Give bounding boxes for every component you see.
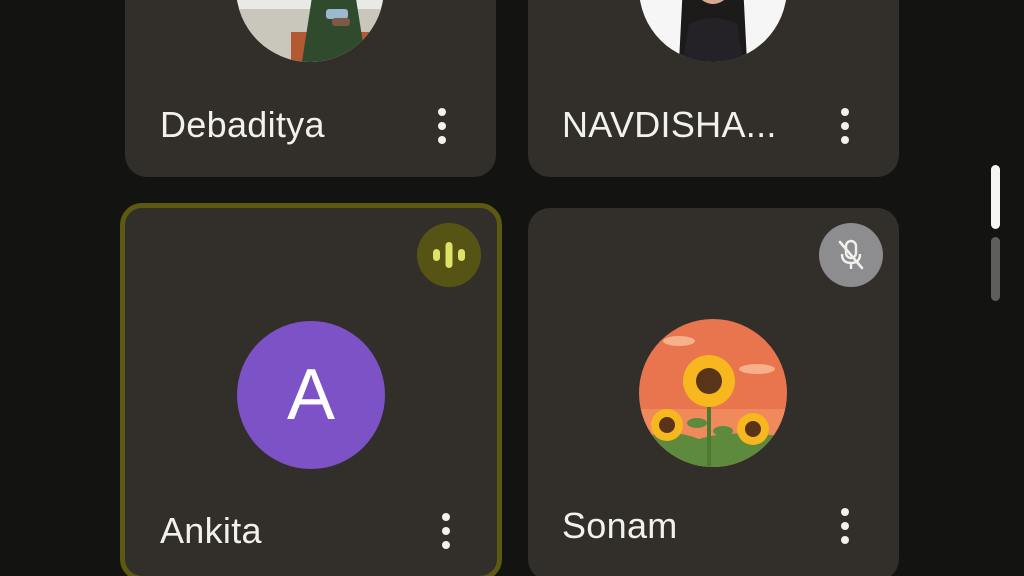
speaking-indicator (417, 223, 481, 287)
photo-icon (236, 0, 384, 62)
scrollbar-track[interactable] (991, 237, 1000, 301)
sunflower-photo-icon (639, 319, 787, 467)
avatar (236, 0, 384, 62)
more-options-button[interactable] (431, 507, 461, 555)
participant-name: Ankita (160, 510, 262, 551)
participant-tile-debaditya[interactable]: Debaditya (125, 0, 496, 177)
more-options-button[interactable] (427, 102, 457, 150)
participant-tile-navdisha[interactable]: NAVDISHA... (528, 0, 899, 177)
photo-icon (639, 0, 787, 62)
speaking-indicator-icon (433, 242, 465, 268)
participant-name: NAVDISHA... (562, 104, 777, 145)
participant-name: Sonam (562, 505, 678, 546)
avatar: A (237, 321, 385, 469)
more-vert-icon (841, 108, 849, 116)
muted-indicator (819, 223, 883, 287)
scrollbar-thumb[interactable] (991, 165, 1000, 229)
more-vert-icon (841, 508, 849, 516)
more-options-button[interactable] (830, 102, 860, 150)
avatar (639, 319, 787, 467)
avatar (639, 0, 787, 62)
participant-tile-sonam[interactable]: Sonam (528, 208, 899, 576)
more-vert-icon (438, 108, 446, 116)
more-vert-icon (442, 513, 450, 521)
meeting-grid: Debaditya NAVDISHA... A Ankita Sonam (0, 0, 1024, 576)
mic-off-icon (838, 239, 864, 270)
participant-name: Debaditya (160, 104, 325, 145)
more-options-button[interactable] (830, 502, 860, 550)
participant-tile-ankita[interactable]: A Ankita (120, 203, 502, 576)
